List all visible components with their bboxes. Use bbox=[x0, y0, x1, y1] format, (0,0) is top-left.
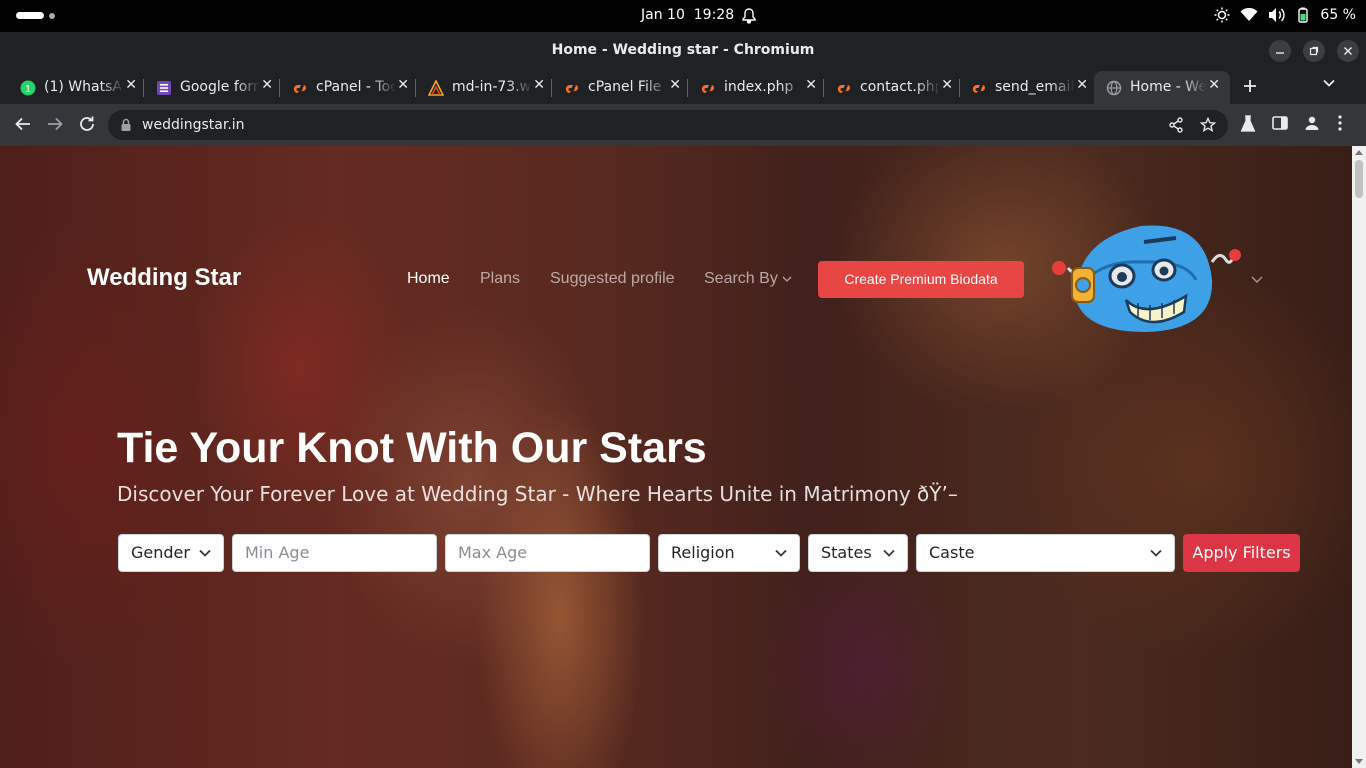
whatsapp-icon: 1 bbox=[20, 80, 36, 96]
cpanel-icon bbox=[701, 84, 715, 93]
caste-select-value: Caste bbox=[929, 543, 975, 562]
states-select-value: States bbox=[821, 543, 872, 562]
system-tray[interactable]: 65 % bbox=[1214, 7, 1356, 23]
tab-contact-php[interactable]: contact.php ✕ bbox=[816, 71, 960, 104]
cpanel-icon bbox=[293, 84, 307, 93]
caste-select[interactable]: Caste bbox=[916, 534, 1175, 572]
page-scrollbar[interactable] bbox=[1352, 146, 1366, 768]
tab-title: contact.php bbox=[860, 79, 940, 95]
robot-mascot-icon[interactable] bbox=[1046, 220, 1246, 345]
share-icon[interactable] bbox=[1168, 117, 1184, 138]
tab-google-forms[interactable]: Google forms ✕ bbox=[136, 71, 280, 104]
wifi-icon bbox=[1240, 8, 1258, 22]
chevron-down-icon bbox=[883, 549, 895, 557]
tab-title: (1) WhatsApp bbox=[44, 79, 124, 95]
url-text[interactable]: weddingstar.in bbox=[142, 117, 245, 133]
workspace-dot bbox=[49, 13, 55, 19]
states-select[interactable]: States bbox=[808, 534, 908, 572]
google-forms-icon bbox=[157, 81, 171, 95]
chevron-down-icon bbox=[199, 549, 211, 557]
tab-webhost[interactable]: md-in-73.webhost ✕ bbox=[408, 71, 552, 104]
chevron-down-icon bbox=[1150, 549, 1162, 557]
tab-index-php[interactable]: index.php ✕ bbox=[680, 71, 824, 104]
tab-search-chevron-down-icon[interactable] bbox=[1322, 76, 1336, 95]
time-label: 19:28 bbox=[693, 7, 735, 23]
chevron-down-icon bbox=[775, 549, 787, 557]
profile-avatar-icon[interactable] bbox=[1304, 115, 1320, 136]
battery-percent: 65 % bbox=[1320, 7, 1356, 23]
hero-title: Tie Your Knot With Our Stars bbox=[117, 424, 707, 472]
gender-select[interactable]: Gender bbox=[118, 534, 224, 572]
window-title: Home - Wedding star - Chromium bbox=[551, 42, 815, 58]
scroll-down-arrow-icon[interactable] bbox=[1355, 759, 1363, 764]
tab-title: md-in-73.webhost bbox=[452, 79, 532, 95]
min-age-input[interactable]: Min Age bbox=[232, 534, 437, 572]
battery-icon bbox=[1296, 7, 1310, 23]
tab-close-icon[interactable]: ✕ bbox=[1076, 77, 1088, 93]
volume-icon bbox=[1268, 7, 1286, 23]
min-age-placeholder: Min Age bbox=[245, 543, 310, 562]
nav-suggested-profile-link[interactable]: Suggested profile bbox=[550, 270, 675, 288]
new-tab-button[interactable] bbox=[1242, 74, 1258, 100]
system-top-bar: Jan 10 19:28 65 % bbox=[0, 0, 1366, 32]
activities-indicator[interactable] bbox=[16, 12, 44, 19]
nav-home-link[interactable]: Home bbox=[407, 270, 450, 288]
clock[interactable]: Jan 10 19:28 bbox=[641, 7, 734, 23]
tab-title: send_email.php bbox=[995, 79, 1075, 95]
cpanel-icon bbox=[565, 84, 579, 93]
labs-flask-icon[interactable] bbox=[1240, 115, 1256, 138]
close-window-button[interactable] bbox=[1337, 40, 1359, 62]
scroll-up-arrow-icon[interactable] bbox=[1355, 150, 1363, 155]
svg-text:1: 1 bbox=[25, 84, 31, 95]
browser-toolbar: weddingstar.in bbox=[0, 104, 1366, 146]
max-age-placeholder: Max Age bbox=[458, 543, 528, 562]
bookmark-star-icon[interactable] bbox=[1199, 116, 1217, 138]
back-arrow-icon[interactable] bbox=[14, 115, 32, 138]
chevron-down-icon[interactable] bbox=[1250, 272, 1264, 290]
tab-title: index.php bbox=[724, 79, 794, 95]
gender-select-value: Gender bbox=[131, 543, 190, 562]
search-by-label: Search By bbox=[704, 270, 778, 287]
tab-send-email[interactable]: send_email.php ✕ bbox=[951, 71, 1094, 104]
reload-icon[interactable] bbox=[78, 115, 96, 138]
tab-cpanel-file-manager[interactable]: cPanel File Manager ✕ bbox=[544, 71, 688, 104]
tab-title: cPanel File Manager bbox=[588, 79, 668, 95]
maximize-button[interactable] bbox=[1303, 40, 1325, 62]
window-title-bar: Home - Wedding star - Chromium bbox=[0, 32, 1366, 68]
tab-title: Google forms bbox=[180, 79, 260, 95]
date-label: Jan 10 bbox=[641, 7, 685, 23]
address-bar[interactable]: weddingstar.in bbox=[108, 110, 1228, 140]
nav-plans-link[interactable]: Plans bbox=[480, 270, 520, 288]
hero-section: Wedding Star Home Plans Suggested profil… bbox=[0, 146, 1352, 768]
scrollbar-thumb[interactable] bbox=[1355, 160, 1363, 198]
tab-strip: 1 (1) WhatsApp ✕ Google forms ✕ cPanel -… bbox=[0, 68, 1366, 104]
lock-icon[interactable] bbox=[120, 118, 132, 137]
globe-icon bbox=[1106, 80, 1122, 96]
tab-close-icon[interactable]: ✕ bbox=[1208, 77, 1220, 93]
apply-filters-button[interactable]: Apply Filters bbox=[1183, 534, 1300, 572]
forward-arrow-icon[interactable] bbox=[46, 115, 64, 138]
tab-title: cPanel - Tools bbox=[316, 79, 396, 95]
tab-whatsapp[interactable]: 1 (1) WhatsApp ✕ bbox=[0, 71, 144, 104]
religion-select[interactable]: Religion bbox=[658, 534, 800, 572]
nav-search-by-dropdown[interactable]: Search By bbox=[704, 270, 792, 288]
webhost-icon bbox=[428, 80, 444, 96]
tab-home-wedding-star[interactable]: Home - Wedding star ✕ bbox=[1094, 71, 1230, 104]
create-premium-biodata-button[interactable]: Create Premium Biodata bbox=[818, 261, 1024, 298]
tab-cpanel-tools[interactable]: cPanel - Tools ✕ bbox=[272, 71, 416, 104]
bell-icon[interactable] bbox=[742, 8, 756, 27]
cpanel-icon bbox=[837, 84, 851, 93]
site-brand-logo[interactable]: Wedding Star bbox=[87, 264, 241, 292]
minimize-button[interactable] bbox=[1269, 40, 1291, 62]
side-panel-icon[interactable] bbox=[1272, 115, 1288, 136]
brightness-icon bbox=[1214, 7, 1230, 23]
tab-title: Home - Wedding star bbox=[1130, 79, 1206, 95]
cpanel-icon bbox=[972, 84, 986, 93]
kebab-menu-icon[interactable] bbox=[1338, 115, 1342, 136]
religion-select-value: Religion bbox=[671, 543, 735, 562]
chevron-down-icon bbox=[782, 276, 792, 282]
hero-subtitle: Discover Your Forever Love at Wedding St… bbox=[117, 482, 958, 506]
max-age-input[interactable]: Max Age bbox=[445, 534, 650, 572]
